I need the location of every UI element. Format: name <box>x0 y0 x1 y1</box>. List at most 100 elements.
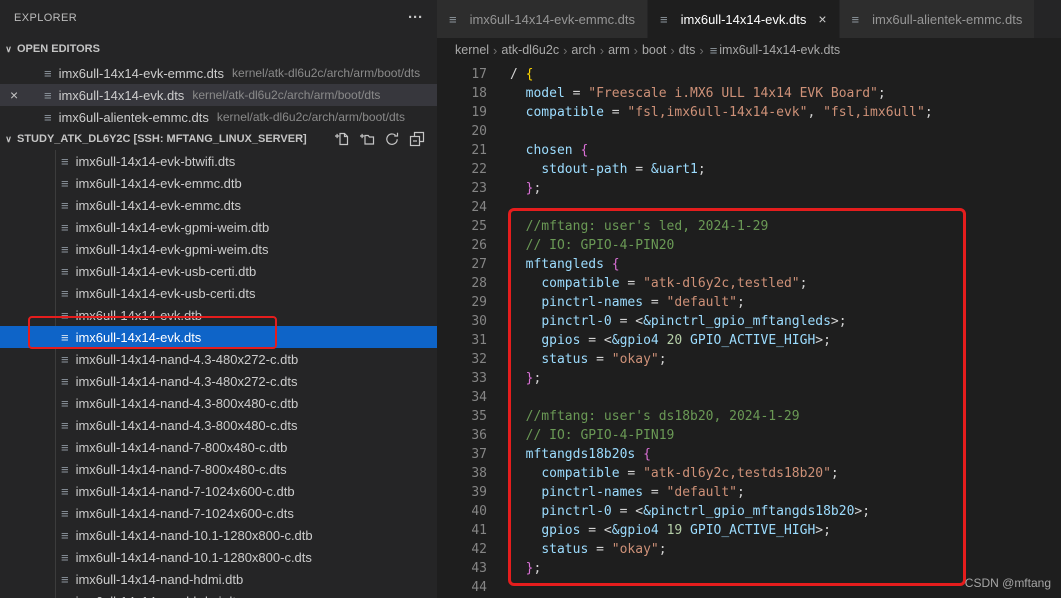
breadcrumb-item[interactable]: arm <box>608 43 630 57</box>
tree-item-label: imx6ull-14x14-evk-usb-certi.dts <box>75 285 256 301</box>
line-number: 40 <box>471 504 487 519</box>
dts-file-icon: ≡ <box>61 219 69 235</box>
breadcrumb-item[interactable]: atk-dl6u2c <box>501 43 559 57</box>
tree-item-label: imx6ull-14x14-nand-7-800x480-c.dts <box>75 461 287 477</box>
code-line[interactable]: 42 status = "okay"; <box>437 540 1061 559</box>
refresh-icon[interactable] <box>384 131 400 147</box>
token: ; <box>737 485 745 500</box>
line-number: 34 <box>471 390 487 405</box>
code-text: pinctrl-0 = <&pinctrl_gpio_mftangleds>; <box>487 312 847 331</box>
token: &uart1 <box>650 162 698 177</box>
tree-item[interactable]: ≡ imx6ull-14x14-nand-hdmi.dtb <box>0 568 437 590</box>
tree-item[interactable]: ≡ imx6ull-14x14-evk.dtb <box>0 304 437 326</box>
code-line[interactable]: 27 mftangleds { <box>437 255 1061 274</box>
new-file-icon[interactable] <box>334 131 350 147</box>
code-line[interactable]: 31 gpios = <&gpio4 20 GPIO_ACTIVE_HIGH>; <box>437 331 1061 350</box>
token: stdout-path <box>541 162 628 177</box>
code-text: compatible = "atk-dl6y2c,testled"; <box>487 274 807 293</box>
code-line[interactable]: 37 mftangds18b20s { <box>437 445 1061 464</box>
open-editor-path: kernel/atk-dl6u2c/arch/arm/boot/dts <box>232 66 421 80</box>
token: >; <box>830 314 847 329</box>
more-actions-icon[interactable]: ··· <box>408 10 423 25</box>
code-line[interactable]: 23 }; <box>437 179 1061 198</box>
open-editor-filename: imx6ull-alientek-emmc.dts <box>58 109 209 125</box>
new-folder-icon[interactable] <box>359 131 375 147</box>
tree-item[interactable]: ≡ imx6ull-14x14-nand-7-1024x600-c.dtb <box>0 480 437 502</box>
editor-tab[interactable]: ≡ imx6ull-14x14-evk-emmc.dts <box>437 0 649 38</box>
open-editors-header[interactable]: ∨ OPEN EDITORS <box>0 36 437 62</box>
code-editor[interactable]: 17/ {18 model = "Freescale i.MX6 ULL 14x… <box>437 62 1061 598</box>
token: , <box>807 105 824 120</box>
editor-pane: ≡ imx6ull-14x14-evk-emmc.dts ≡ imx6ull-14x1… <box>437 0 1061 598</box>
code-line[interactable]: 40 pinctrl-0 = <&pinctrl_gpio_mftangds18… <box>437 502 1061 521</box>
breadcrumb-item[interactable]: dts <box>679 43 696 57</box>
collapse-all-icon[interactable] <box>409 131 425 147</box>
tree-item[interactable]: ≡ imx6ull-14x14-nand-hdmi.dts <box>0 590 437 598</box>
tree-item[interactable]: ≡ imx6ull-14x14-nand-7-1024x600-c.dts <box>0 502 437 524</box>
code-line[interactable]: 32 status = "okay"; <box>437 350 1061 369</box>
code-line[interactable]: 35 //mftang: user's ds18b20, 2024-1-29 <box>437 407 1061 426</box>
code-line[interactable]: 28 compatible = "atk-dl6y2c,testled"; <box>437 274 1061 293</box>
breadcrumb-item[interactable]: imx6ull-14x14-evk.dts <box>719 43 840 57</box>
token: "default" <box>666 485 737 500</box>
tree-item[interactable]: ≡ imx6ull-14x14-nand-10.1-1280x800-c.dts <box>0 546 437 568</box>
open-editor-item[interactable]: ≡ imx6ull-alientek-emmc.dts kernel/atk-dl6… <box>0 106 437 128</box>
token: = <box>643 295 667 310</box>
breadcrumb-item[interactable]: kernel <box>455 43 489 57</box>
tree-item[interactable]: ≡ imx6ull-14x14-evk-gpmi-weim.dtb <box>0 216 437 238</box>
tree-item[interactable]: ≡ imx6ull-14x14-nand-10.1-1280x800-c.dtb <box>0 524 437 546</box>
open-editor-item[interactable]: ≡ imx6ull-14x14-evk-emmc.dts kernel/atk-dl… <box>0 62 437 84</box>
code-line[interactable]: 36 // IO: GPIO-4-PIN19 <box>437 426 1061 445</box>
tree-item[interactable]: ≡ imx6ull-14x14-evk-usb-certi.dtb <box>0 260 437 282</box>
tree-item[interactable]: ≡ imx6ull-14x14-evk-btwifi.dts <box>0 150 437 172</box>
code-line[interactable]: 30 pinctrl-0 = <&pinctrl_gpio_mftangleds… <box>437 312 1061 331</box>
code-line[interactable]: 21 chosen { <box>437 141 1061 160</box>
tree-item[interactable]: ≡ imx6ull-14x14-evk-usb-certi.dts <box>0 282 437 304</box>
line-number: 20 <box>471 124 487 139</box>
open-editor-path: kernel/atk-dl6u2c/arch/arm/boot/dts <box>216 110 405 124</box>
close-icon[interactable]: × <box>10 84 18 106</box>
code-text: }; <box>487 369 542 388</box>
breadcrumb-item[interactable]: boot <box>642 43 666 57</box>
code-line[interactable]: 26 // IO: GPIO-4-PIN20 <box>437 236 1061 255</box>
code-line[interactable]: 24 <box>437 198 1061 217</box>
code-line[interactable]: 22 stdout-path = &uart1; <box>437 160 1061 179</box>
tree-item-label: imx6ull-14x14-evk-gpmi-weim.dtb <box>75 219 270 235</box>
tree-item[interactable]: ≡ imx6ull-14x14-nand-4.3-480x272-c.dtb <box>0 348 437 370</box>
tree-item[interactable]: ≡ imx6ull-14x14-nand-4.3-800x480-c.dtb <box>0 392 437 414</box>
workspace-header[interactable]: ∨ STUDY_ATK_DL6Y2C [SSH: MFTANG_LINUX_SE… <box>0 128 437 150</box>
code-line[interactable]: 38 compatible = "atk-dl6y2c,testds18b20"… <box>437 464 1061 483</box>
tree-item[interactable]: ≡ imx6ull-14x14-nand-7-800x480-c.dtb <box>0 436 437 458</box>
open-editor-item[interactable]: × ≡ imx6ull-14x14-evk.dts kernel/atk-dl6u2c… <box>0 84 437 106</box>
tree-item[interactable]: ≡ imx6ull-14x14-evk-gpmi-weim.dts <box>0 238 437 260</box>
token: { <box>580 143 589 158</box>
tree-item[interactable]: ≡ imx6ull-14x14-evk-emmc.dtb <box>0 172 437 194</box>
code-line[interactable]: 20 <box>437 122 1061 141</box>
tree-item[interactable]: ≡ imx6ull-14x14-nand-4.3-800x480-c.dts <box>0 414 437 436</box>
code-line[interactable]: 41 gpios = <&gpio4 19 GPIO_ACTIVE_HIGH>; <box>437 521 1061 540</box>
tree-item[interactable]: ≡ imx6ull-14x14-evk-emmc.dts <box>0 194 437 216</box>
tree-item[interactable]: ≡ imx6ull-14x14-evk.dts <box>0 326 437 348</box>
code-line[interactable]: 17/ { <box>437 65 1061 84</box>
line-number: 18 <box>471 86 487 101</box>
editor-tab[interactable]: ≡ imx6ull-14x14-evk.dts × <box>648 0 840 38</box>
code-line[interactable]: 25 //mftang: user's led, 2024-1-29 <box>437 217 1061 236</box>
tree-item[interactable]: ≡ imx6ull-14x14-nand-7-800x480-c.dts <box>0 458 437 480</box>
code-line[interactable]: 33 }; <box>437 369 1061 388</box>
breadcrumb-item[interactable]: arch <box>571 43 595 57</box>
code-line[interactable]: 34 <box>437 388 1061 407</box>
close-icon[interactable]: × <box>818 11 826 27</box>
token: ; <box>830 466 839 481</box>
code-line[interactable]: 19 compatible = "fsl,imx6ull-14x14-evk",… <box>437 103 1061 122</box>
code-line[interactable]: 29 pinctrl-names = "default"; <box>437 293 1061 312</box>
code-line[interactable]: 18 model = "Freescale i.MX6 ULL 14x14 EV… <box>437 84 1061 103</box>
tree-item-label: imx6ull-14x14-nand-7-800x480-c.dtb <box>75 439 288 455</box>
token: ; <box>533 561 542 576</box>
dts-file-icon: ≡ <box>660 11 668 27</box>
tree-item[interactable]: ≡ imx6ull-14x14-nand-4.3-480x272-c.dts <box>0 370 437 392</box>
editor-tab[interactable]: ≡ imx6ull-alientek-emmc.dts <box>839 0 1036 38</box>
code-line[interactable]: 39 pinctrl-names = "default"; <box>437 483 1061 502</box>
